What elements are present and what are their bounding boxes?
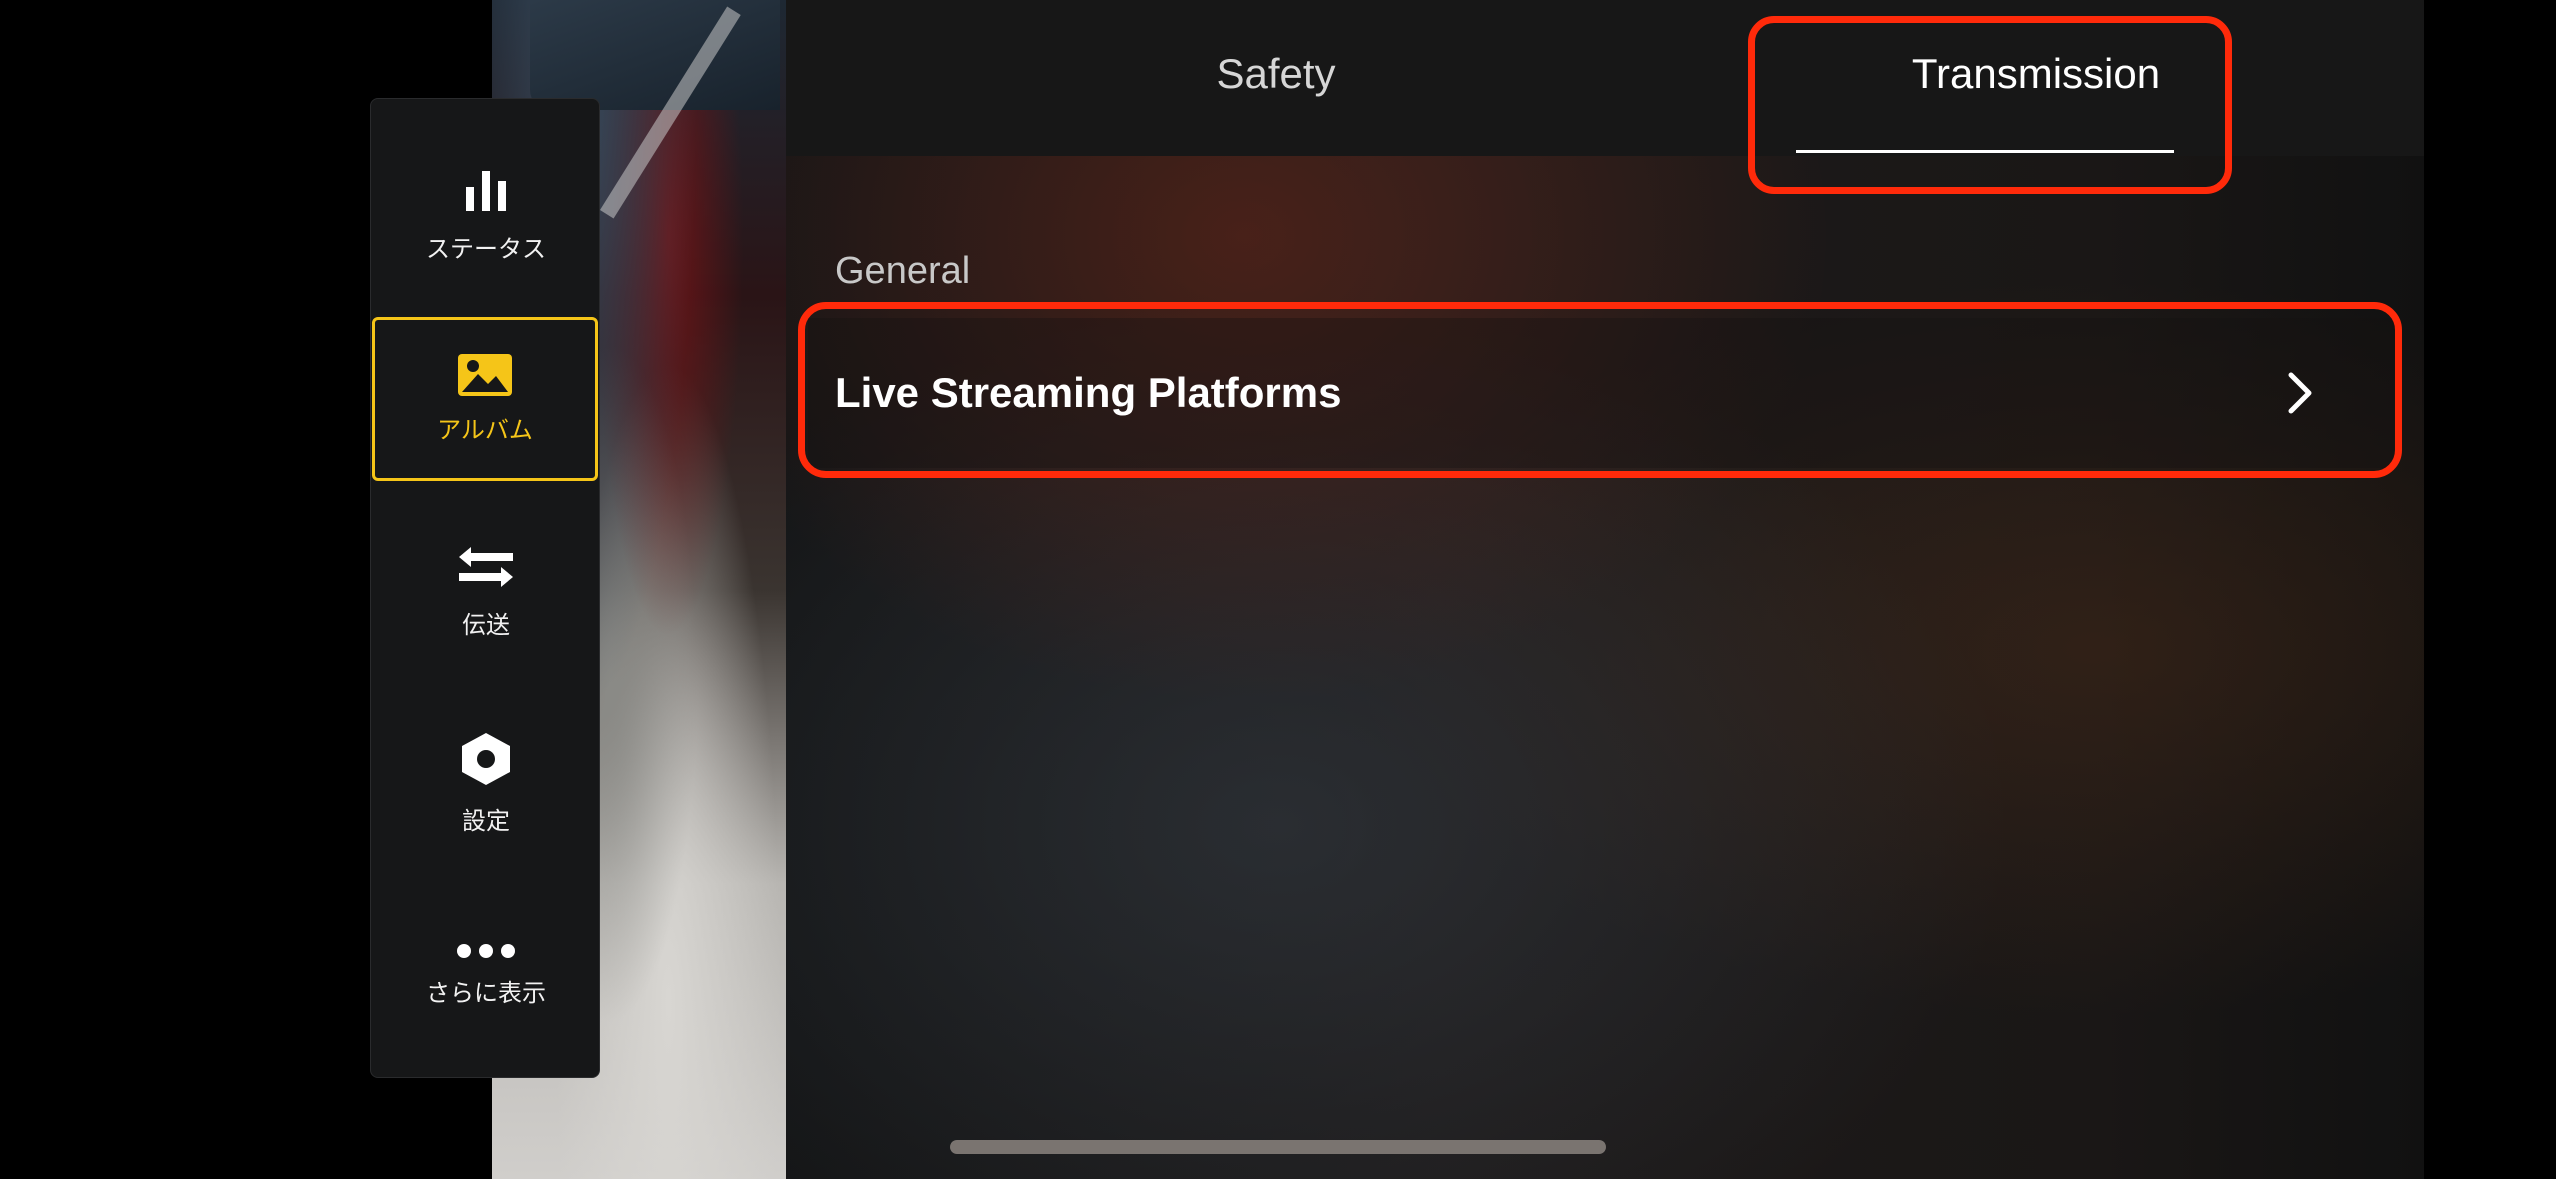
hexagon-settings-icon: [462, 732, 510, 785]
chevron-right-icon: [2288, 372, 2312, 414]
tab-selected-indicator: [1796, 150, 2174, 153]
camera-feed-screen: [530, 0, 780, 110]
tab-safety[interactable]: Safety: [1026, 0, 1526, 152]
tab-transmission[interactable]: Transmission: [1786, 0, 2286, 152]
right-edge: [2424, 0, 2556, 1179]
home-indicator[interactable]: [950, 1140, 1606, 1154]
menu-item-more[interactable]: さらに表示: [371, 893, 601, 1057]
transfer-arrows-icon: [459, 546, 513, 587]
menu-item-status[interactable]: ステータス: [371, 133, 601, 297]
menu-item-settings[interactable]: 設定: [371, 701, 601, 865]
menu-label-settings: 設定: [462, 806, 510, 835]
bar-chart-icon: [466, 170, 506, 211]
menu-label-album: アルバム: [437, 415, 533, 444]
more-dots-icon: [457, 943, 515, 958]
side-menu: ステータス アルバム 伝送 設定 さらに表示: [370, 98, 600, 1078]
tab-bar: Safety Transmission: [786, 0, 2424, 156]
settings-panel: Safety Transmission: [786, 0, 2424, 1179]
menu-item-album[interactable]: アルバム: [372, 317, 598, 481]
list-item-label: Live Streaming Platforms: [835, 369, 1342, 416]
menu-item-transfer[interactable]: 伝送: [371, 509, 601, 673]
menu-label-status: ステータス: [426, 234, 546, 263]
list-item-live-streaming-platforms[interactable]: Live Streaming Platforms: [808, 318, 2394, 468]
menu-label-more: さらに表示: [426, 978, 546, 1007]
image-icon: [458, 353, 512, 396]
section-title-general: General: [835, 250, 971, 292]
menu-label-transfer: 伝送: [462, 610, 510, 639]
